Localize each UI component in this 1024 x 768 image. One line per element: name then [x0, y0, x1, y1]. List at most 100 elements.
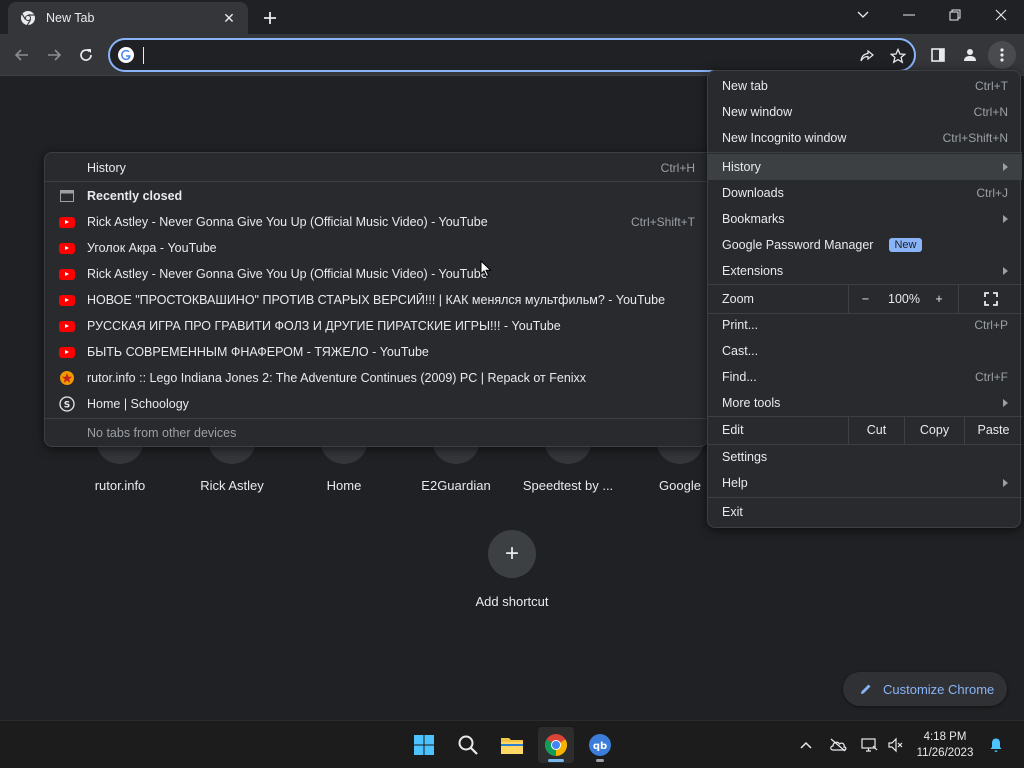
menu-new-incognito[interactable]: New Incognito window Ctrl+Shift+N	[708, 125, 1022, 151]
new-tab-button[interactable]	[258, 6, 282, 30]
address-bar[interactable]	[108, 38, 916, 72]
history-menu-item[interactable]: History Ctrl+H	[45, 155, 709, 181]
profile-button[interactable]	[956, 41, 984, 69]
customize-chrome-button[interactable]: Customize Chrome	[843, 672, 1007, 706]
menu-print[interactable]: Print... Ctrl+P	[708, 312, 1022, 338]
minimize-button[interactable]	[886, 0, 932, 30]
shortcut-label: Speedtest by ...	[522, 478, 614, 493]
start-button[interactable]	[406, 727, 442, 763]
menu-zoom-row: Zoom − 100% +	[708, 285, 1022, 313]
new-badge: New	[889, 238, 922, 252]
menu-exit[interactable]: Exit	[708, 499, 1022, 525]
tab-new-tab[interactable]: New Tab ✕	[8, 2, 248, 34]
rutor-icon	[59, 370, 75, 386]
menu-new-tab[interactable]: New tab Ctrl+T	[708, 73, 1022, 99]
youtube-icon	[59, 292, 75, 308]
text-caret	[143, 47, 144, 64]
youtube-icon	[59, 344, 75, 360]
divider	[45, 418, 709, 419]
volume-muted-icon[interactable]	[886, 735, 906, 755]
running-indicator	[596, 759, 604, 762]
share-icon[interactable]	[856, 45, 878, 67]
window-controls	[840, 0, 1024, 30]
menu-downloads[interactable]: Downloads Ctrl+J	[708, 180, 1022, 206]
recent-item[interactable]: Уголок Акра - YouTube	[45, 235, 709, 261]
clock-date: 11/26/2023	[916, 747, 974, 759]
zoom-out-button[interactable]: −	[848, 285, 882, 313]
recent-item[interactable]: РУССКАЯ ИГРА ПРО ГРАВИТИ ФОЛЗ И ДРУГИЕ П…	[45, 313, 709, 339]
youtube-icon	[59, 318, 75, 334]
menu-settings[interactable]: Settings	[708, 444, 1022, 470]
svg-text:S: S	[64, 401, 70, 411]
bookmark-star-icon[interactable]	[887, 45, 909, 67]
menu-history[interactable]: History	[708, 154, 1022, 180]
zoom-in-button[interactable]: +	[926, 285, 952, 313]
chrome-favicon-icon	[21, 11, 35, 26]
chrome-menu: New tab Ctrl+T New window Ctrl+N New Inc…	[707, 70, 1022, 528]
arrow-left-icon	[14, 49, 28, 61]
address-input[interactable]	[142, 46, 842, 66]
mouse-cursor-icon	[480, 260, 492, 278]
qbittorrent-button[interactable]: qb	[582, 727, 618, 763]
reload-button[interactable]	[72, 41, 100, 69]
recent-item[interactable]: НОВОЕ "ПРОСТОКВАШИНО" ПРОТИВ СТАРЫХ ВЕРС…	[45, 287, 709, 313]
close-window-button[interactable]	[978, 0, 1024, 30]
menu-new-window[interactable]: New window Ctrl+N	[708, 99, 1022, 125]
back-button[interactable]	[8, 41, 36, 69]
divider	[708, 152, 1022, 153]
chrome-taskbar-button[interactable]	[538, 727, 574, 763]
cut-button[interactable]: Cut	[848, 416, 904, 444]
notification-bell-icon[interactable]	[986, 735, 1006, 755]
recent-item[interactable]: rutor.info :: Lego Indiana Jones 2: The …	[45, 365, 709, 391]
system-clock[interactable]: 4:18 PM 11/26/2023	[912, 729, 978, 761]
copy-button[interactable]: Copy	[904, 416, 964, 444]
close-icon	[995, 9, 1007, 21]
menu-find[interactable]: Find... Ctrl+F	[708, 364, 1022, 390]
shortcut-label: Home	[326, 478, 362, 493]
forward-button[interactable]	[40, 41, 68, 69]
menu-more-tools[interactable]: More tools	[708, 390, 1022, 416]
title-bar: New Tab ✕	[0, 0, 1024, 34]
youtube-icon	[59, 214, 75, 230]
pencil-icon	[859, 682, 873, 696]
folder-icon	[501, 738, 523, 754]
tab-close-icon[interactable]: ✕	[220, 9, 238, 27]
tab-search-button[interactable]	[840, 0, 886, 30]
fullscreen-button[interactable]	[958, 285, 1022, 313]
recent-item[interactable]: БЫТЬ СОВРЕМЕННЫМ ФНАФЕРОМ - ТЯЖЕЛО - You…	[45, 339, 709, 365]
chrome-menu-button[interactable]	[988, 41, 1016, 69]
side-panel-button[interactable]	[924, 41, 952, 69]
network-icon[interactable]	[860, 735, 880, 755]
menu-password-manager[interactable]: Google Password Manager New	[708, 232, 1022, 258]
search-button[interactable]	[450, 727, 486, 763]
restore-button[interactable]	[932, 0, 978, 30]
menu-extensions[interactable]: Extensions	[708, 258, 1022, 284]
recent-item[interactable]: Rick Astley - Never Gonna Give You Up (O…	[45, 261, 709, 287]
recent-item[interactable]: Rick Astley - Never Gonna Give You Up (O…	[45, 209, 709, 235]
add-shortcut-button[interactable]: +	[488, 530, 536, 578]
paste-button[interactable]: Paste	[964, 416, 1022, 444]
profile-icon	[964, 49, 976, 61]
google-g-icon	[118, 47, 134, 63]
shortcut-label: E2Guardian	[421, 478, 491, 493]
submenu-arrow-icon	[1003, 267, 1008, 275]
submenu-arrow-icon	[1003, 215, 1008, 223]
onedrive-icon[interactable]	[828, 735, 848, 755]
show-hidden-icons-button[interactable]	[796, 735, 816, 755]
svg-text:qb: qb	[593, 741, 607, 752]
menu-bookmarks[interactable]: Bookmarks	[708, 206, 1022, 232]
submenu-arrow-icon	[1003, 479, 1008, 487]
submenu-arrow-icon	[1003, 399, 1008, 407]
restore-icon	[949, 9, 961, 21]
recent-item[interactable]: S Home | Schoology	[45, 391, 709, 417]
chevron-down-icon	[857, 11, 869, 18]
file-explorer-button[interactable]	[494, 727, 530, 763]
history-submenu: History Ctrl+H Recently closed Rick Astl…	[44, 152, 709, 447]
youtube-icon	[59, 266, 75, 282]
menu-cast[interactable]: Cast...	[708, 338, 1022, 364]
divider	[45, 181, 709, 182]
divider	[708, 497, 1022, 498]
menu-help[interactable]: Help	[708, 470, 1022, 496]
plus-icon	[264, 12, 276, 24]
windows-logo-icon	[414, 735, 434, 755]
